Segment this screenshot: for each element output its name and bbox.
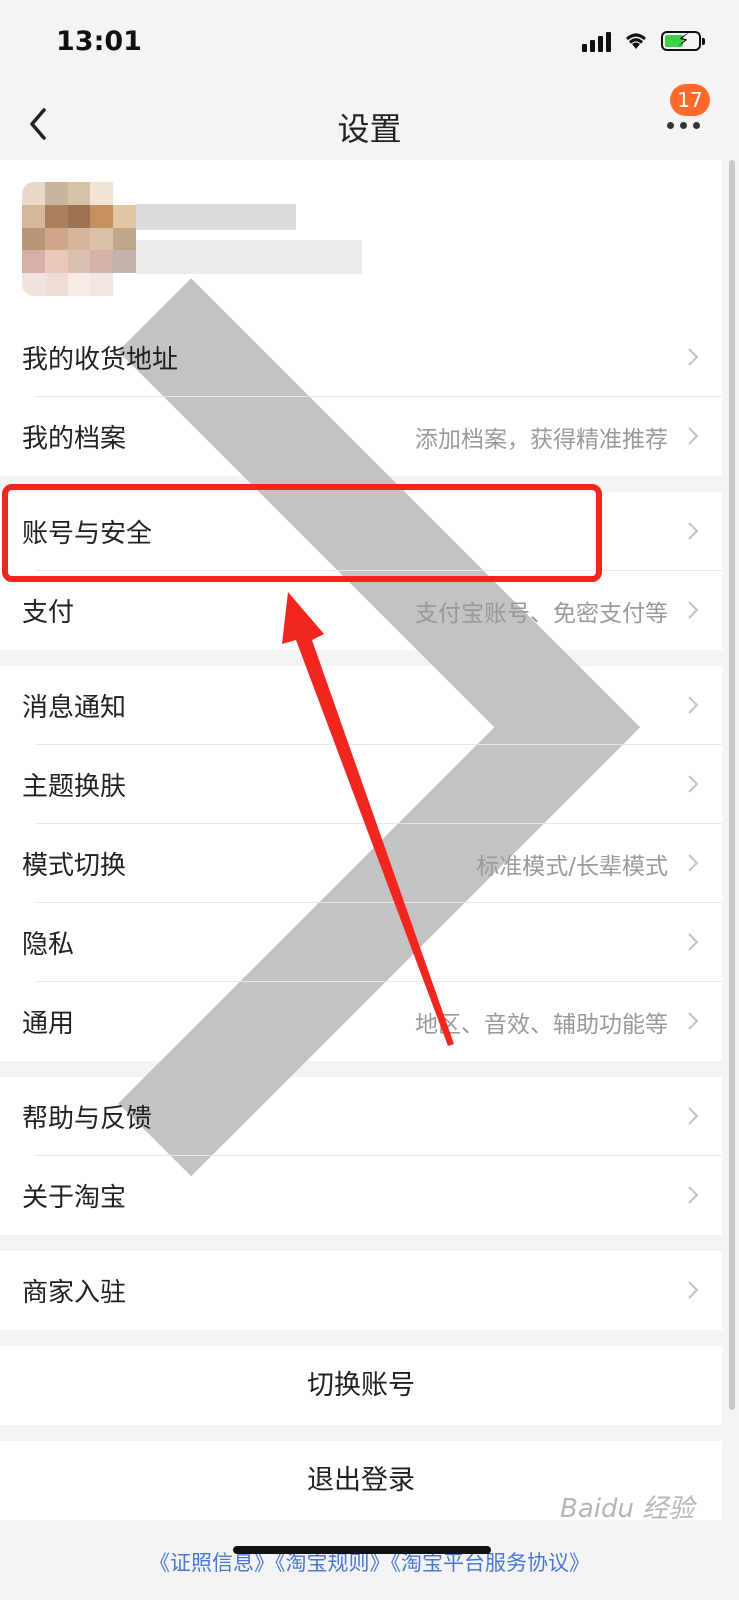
- chevron-right-icon: [688, 696, 699, 714]
- settings-section-profile: 我的收货地址 我的档案 添加档案，获得精准推荐: [0, 160, 722, 1177]
- settings-row-help-feedback[interactable]: 帮助与反馈: [0, 1077, 722, 1156]
- chevron-right-icon: [688, 601, 699, 619]
- settings-row-shipping-address[interactable]: 我的收货地址: [0, 318, 722, 397]
- settings-row-my-profile[interactable]: 我的档案 添加档案，获得精准推荐: [0, 397, 722, 476]
- settings-row-payment[interactable]: 支付 支付宝账号、免密支付等: [0, 571, 722, 650]
- settings-row-general[interactable]: 通用 地区、音效、辅助功能等: [0, 982, 722, 1061]
- settings-section-merchant: 商家入驻: [0, 1251, 722, 1330]
- switch-account-card: 切换账号: [0, 1346, 722, 1425]
- row-label: 关于淘宝: [22, 1183, 127, 1213]
- row-label: 通用: [22, 1009, 75, 1039]
- settings-section-general: 消息通知 主题换肤 模式切换 标准模式/长辈模式 隐私 通用 地区、音效、辅助功…: [0, 666, 722, 1061]
- chevron-right-icon: [688, 854, 699, 872]
- settings-row-theme[interactable]: 主题换肤: [0, 745, 722, 824]
- settings-row-privacy[interactable]: 隐私: [0, 903, 722, 982]
- chevron-right-icon: [688, 1012, 699, 1030]
- row-label: 隐私: [22, 930, 75, 960]
- chevron-right-icon: [688, 427, 699, 445]
- status-icons: ⚡: [582, 30, 705, 52]
- row-label: 消息通知: [22, 693, 127, 723]
- more-icon: [667, 122, 707, 129]
- chevron-right-icon: [688, 522, 699, 540]
- battery-icon: ⚡: [661, 30, 705, 51]
- settings-row-merchant-join[interactable]: 商家入驻: [0, 1251, 722, 1330]
- chevron-right-icon: [688, 775, 699, 793]
- username-blurred: [136, 204, 296, 230]
- row-label: 主题换肤: [22, 772, 127, 802]
- more-menu-button[interactable]: [667, 122, 707, 132]
- row-label: 商家入驻: [22, 1278, 127, 1308]
- chevron-right-icon: [688, 1186, 699, 1204]
- row-label: 我的档案: [22, 424, 127, 454]
- settings-section-help: 帮助与反馈 关于淘宝: [0, 1077, 722, 1235]
- page-title: 设置: [337, 110, 402, 148]
- wifi-icon: [626, 33, 646, 49]
- user-info-blurred: [136, 240, 362, 274]
- row-label: 模式切换: [22, 851, 127, 881]
- settings-row-mode-switch[interactable]: 模式切换 标准模式/长辈模式: [0, 824, 722, 903]
- chevron-right-icon: [688, 933, 699, 951]
- row-label: 支付: [22, 598, 75, 628]
- status-time: 13:01: [56, 26, 142, 57]
- scrollbar[interactable]: [729, 160, 735, 1410]
- chevron-right-icon: [688, 1107, 699, 1125]
- chevron-right-icon: [688, 348, 699, 366]
- settings-row-notifications[interactable]: 消息通知: [0, 666, 722, 745]
- nav-bar: 设置: [0, 88, 739, 160]
- status-bar: 13:01 ⚡: [0, 0, 739, 88]
- chevron-right-icon: [688, 1281, 699, 1299]
- switch-account-button[interactable]: 切换账号: [0, 1346, 722, 1425]
- row-hint: 添加档案，获得精准推荐: [415, 426, 668, 453]
- annotation-highlight-box: [2, 484, 602, 582]
- profile-row[interactable]: [0, 160, 722, 1177]
- row-label: 我的收货地址: [22, 345, 179, 375]
- row-label: 帮助与反馈: [22, 1104, 153, 1134]
- settings-list: 我的收货地址 我的档案 添加档案，获得精准推荐 账号与安全 支付 支付宝账号、免…: [0, 160, 722, 1536]
- row-hint: 地区、音效、辅助功能等: [415, 1011, 668, 1038]
- settings-row-about[interactable]: 关于淘宝: [0, 1156, 722, 1235]
- row-hint: 标准模式/长辈模式: [476, 853, 668, 880]
- cellular-signal-icon: [582, 30, 611, 52]
- message-count-badge: 17: [670, 84, 710, 116]
- row-hint: 支付宝账号、免密支付等: [415, 600, 668, 627]
- watermark: Baidu 经验: [560, 1494, 695, 1524]
- home-indicator: [233, 1546, 491, 1554]
- avatar: [22, 182, 136, 296]
